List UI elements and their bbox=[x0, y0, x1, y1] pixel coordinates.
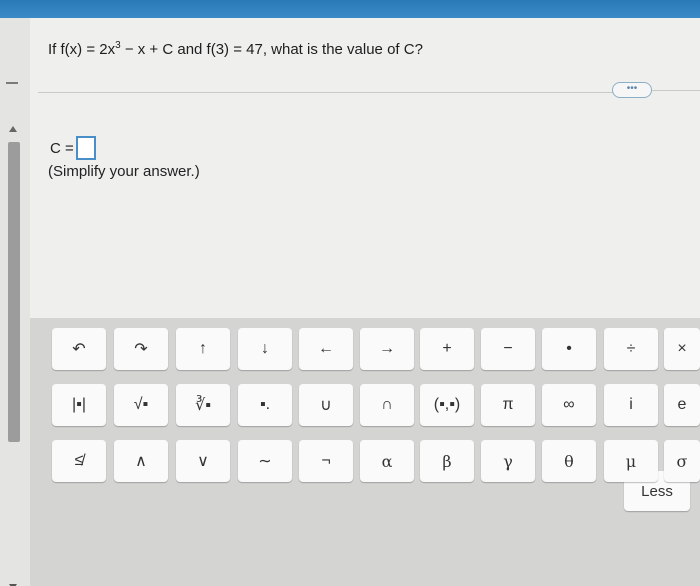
logical-and-key[interactable]: ∧ bbox=[114, 440, 168, 482]
sigma-key[interactable]: σ bbox=[664, 440, 700, 482]
scrollbar-thumb[interactable] bbox=[8, 142, 20, 442]
absolute-value-key[interactable]: |▪| bbox=[52, 384, 106, 426]
left-arrow-key[interactable]: ← bbox=[299, 328, 353, 370]
cube-root-key[interactable]: ∛▪ bbox=[176, 384, 230, 426]
alpha-key[interactable]: α bbox=[360, 440, 414, 482]
square-root-key[interactable]: √▪ bbox=[114, 384, 168, 426]
undo-key[interactable]: ↶ bbox=[52, 328, 106, 370]
euler-e-key[interactable]: e bbox=[664, 384, 700, 426]
intersection-key[interactable]: ∩ bbox=[360, 384, 414, 426]
mu-key[interactable]: μ bbox=[604, 440, 658, 482]
down-arrow-key[interactable]: ↓ bbox=[238, 328, 292, 370]
math-keypad: Less ↶ ↷ ↑ ↓ ← → + − • ÷ × |▪| √▪ ∛▪ ▪. ∪ ∩ (▪,▪) π ∞ i e ≰ ∧ ∨ ∼… bbox=[30, 318, 700, 586]
plus-key[interactable]: + bbox=[420, 328, 474, 370]
collapse-dash-icon[interactable] bbox=[6, 82, 18, 84]
left-panel bbox=[0, 18, 30, 586]
ordered-pair-key[interactable]: (▪,▪) bbox=[420, 384, 474, 426]
theta-key[interactable]: θ bbox=[542, 440, 596, 482]
times-key[interactable]: × bbox=[664, 328, 700, 370]
dot-key[interactable]: • bbox=[542, 328, 596, 370]
up-arrow-key[interactable]: ↑ bbox=[176, 328, 230, 370]
divider bbox=[38, 92, 620, 93]
logical-not-key[interactable]: ¬ bbox=[299, 440, 353, 482]
divide-key[interactable]: ÷ bbox=[604, 328, 658, 370]
scroll-up-arrow-icon[interactable] bbox=[9, 126, 17, 132]
answer-input[interactable] bbox=[75, 136, 96, 160]
union-key[interactable]: ∪ bbox=[299, 384, 353, 426]
logical-or-key[interactable]: ∨ bbox=[176, 440, 230, 482]
more-options-button[interactable]: ••• bbox=[612, 82, 652, 98]
not-less-equal-key[interactable]: ≰ bbox=[52, 440, 106, 482]
answer-row: C = bbox=[50, 136, 96, 160]
redo-key[interactable]: ↷ bbox=[114, 328, 168, 370]
answer-label: C = bbox=[50, 139, 74, 157]
divider bbox=[652, 90, 700, 91]
right-arrow-key[interactable]: → bbox=[360, 328, 414, 370]
beta-key[interactable]: β bbox=[420, 440, 474, 482]
tilde-key[interactable]: ∼ bbox=[238, 440, 292, 482]
question-text: If f(x) = 2x3 − x + C and f(3) = 47, wha… bbox=[48, 40, 423, 58]
pi-key[interactable]: π bbox=[481, 384, 535, 426]
imaginary-i-key[interactable]: i bbox=[604, 384, 658, 426]
window-top-bar bbox=[0, 0, 700, 18]
decimal-key[interactable]: ▪. bbox=[238, 384, 292, 426]
question-panel: If f(x) = 2x3 − x + C and f(3) = 47, wha… bbox=[30, 18, 700, 318]
simplify-hint: (Simplify your answer.) bbox=[48, 163, 200, 180]
gamma-key[interactable]: γ bbox=[481, 440, 535, 482]
minus-key[interactable]: − bbox=[481, 328, 535, 370]
infinity-key[interactable]: ∞ bbox=[542, 384, 596, 426]
